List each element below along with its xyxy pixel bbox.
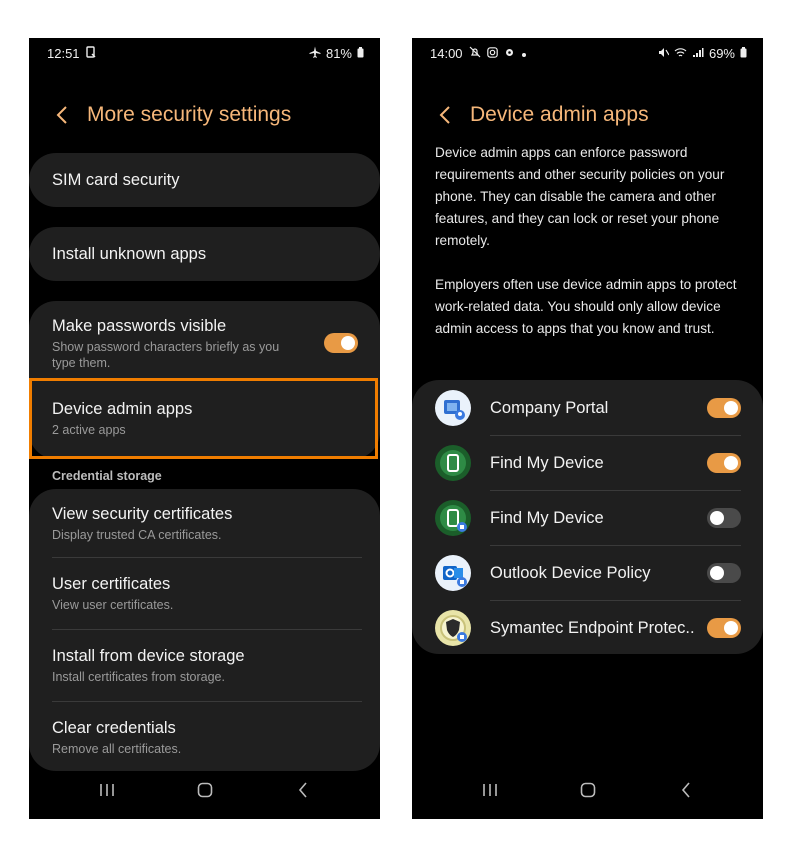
back-nav-icon[interactable]	[288, 777, 318, 803]
signal-icon	[692, 46, 704, 61]
make-passwords-visible-subtitle: Show password characters briefly as you …	[52, 340, 280, 370]
back-nav-icon[interactable]	[671, 777, 701, 803]
navigation-bar	[412, 777, 763, 803]
instagram-icon	[486, 46, 498, 61]
phone-right: 14:00 69% Device admin apps Device admin…	[412, 38, 763, 819]
user-certificates-item[interactable]: User certificates View user certificates…	[52, 575, 362, 613]
find-my-device-toggle[interactable]	[707, 453, 741, 473]
dot-icon	[521, 46, 527, 61]
symantec-icon	[435, 610, 471, 646]
clear-credentials-item[interactable]: Clear credentials Remove all certificate…	[52, 719, 362, 757]
find-my-device-work-icon	[435, 500, 471, 536]
back-arrow-icon[interactable]	[432, 102, 458, 128]
status-bar: 14:00 69%	[412, 46, 763, 66]
install-from-device-storage-subtitle: Install certificates from storage.	[52, 670, 225, 684]
company-portal-toggle[interactable]	[707, 398, 741, 418]
view-security-certificates-label: View security certificates	[52, 505, 233, 523]
navigation-bar	[29, 777, 380, 803]
recent-apps-icon[interactable]	[92, 777, 122, 803]
app-name: Find My Device	[490, 509, 604, 527]
battery-icon	[357, 46, 364, 61]
install-unknown-apps-label: Install unknown apps	[52, 245, 207, 263]
app-name: Outlook Device Policy	[490, 564, 651, 582]
app-name: Symantec Endpoint Protec..	[490, 619, 695, 637]
app-row-symantec[interactable]: Symantec Endpoint Protec..	[435, 601, 741, 655]
app-row-outlook-device-policy[interactable]: Outlook Device Policy	[435, 546, 741, 600]
wifi-icon	[674, 46, 687, 61]
outlook-device-policy-toggle[interactable]	[707, 563, 741, 583]
find-my-device-work-toggle[interactable]	[707, 508, 741, 528]
divider	[52, 557, 362, 558]
home-icon[interactable]	[190, 777, 220, 803]
muted-notification-icon	[469, 46, 481, 61]
make-passwords-visible-label: Make passwords visible	[52, 317, 227, 335]
find-my-device-icon	[435, 445, 471, 481]
install-from-device-storage-label: Install from device storage	[52, 647, 245, 665]
make-passwords-visible-item[interactable]: Make passwords visible Show password cha…	[52, 317, 300, 371]
page-title: More security settings	[87, 103, 292, 126]
description-paragraph-1: Device admin apps can enforce password r…	[435, 145, 725, 248]
settings-gear-icon	[504, 46, 515, 61]
symantec-toggle[interactable]	[707, 618, 741, 638]
credential-storage-card: View security certificates Display trust…	[29, 489, 380, 771]
view-security-certificates-item[interactable]: View security certificates Display trust…	[52, 505, 362, 543]
battery-level: 69%	[708, 46, 735, 61]
install-unknown-apps-item[interactable]: Install unknown apps	[29, 227, 380, 281]
install-from-device-storage-item[interactable]: Install from device storage Install cert…	[52, 647, 362, 685]
recent-apps-icon[interactable]	[475, 777, 505, 803]
make-passwords-visible-toggle[interactable]	[324, 333, 358, 353]
view-security-certificates-subtitle: Display trusted CA certificates.	[52, 528, 222, 542]
clear-credentials-subtitle: Remove all certificates.	[52, 742, 182, 756]
description-paragraph-2: Employers often use device admin apps to…	[435, 277, 737, 336]
app-row-find-my-device[interactable]: Find My Device	[435, 436, 741, 490]
company-portal-icon	[435, 390, 471, 426]
header: Device admin apps	[432, 100, 753, 130]
clear-credentials-label: Clear credentials	[52, 719, 176, 737]
status-time: 12:51	[47, 46, 80, 61]
header: More security settings	[49, 100, 370, 130]
battery-level: 81%	[325, 46, 352, 61]
device-admin-highlight-box	[29, 378, 378, 459]
user-certificates-subtitle: View user certificates.	[52, 598, 174, 612]
app-row-company-portal[interactable]: Company Portal	[435, 381, 741, 435]
back-arrow-icon[interactable]	[49, 102, 75, 128]
app-name: Find My Device	[490, 454, 604, 472]
credential-storage-label: Credential storage	[52, 469, 162, 483]
sim-card-security-label: SIM card security	[52, 171, 180, 189]
status-bar: 12:51 81%	[29, 46, 380, 66]
divider	[52, 629, 362, 630]
sim-card-security-item[interactable]: SIM card security	[29, 153, 380, 207]
divider	[52, 701, 362, 702]
app-name: Company Portal	[490, 399, 609, 417]
app-row-find-my-device-work[interactable]: Find My Device	[435, 491, 741, 545]
status-time: 14:00	[430, 46, 463, 61]
notification-icon	[85, 46, 96, 61]
admin-apps-list: Company Portal Find My Device Find My De…	[412, 380, 763, 654]
mute-icon	[658, 46, 670, 61]
user-certificates-label: User certificates	[52, 575, 171, 593]
airplane-icon	[309, 46, 321, 61]
home-icon[interactable]	[573, 777, 603, 803]
page-title: Device admin apps	[470, 103, 649, 126]
outlook-icon	[435, 555, 471, 591]
battery-icon	[740, 46, 747, 61]
